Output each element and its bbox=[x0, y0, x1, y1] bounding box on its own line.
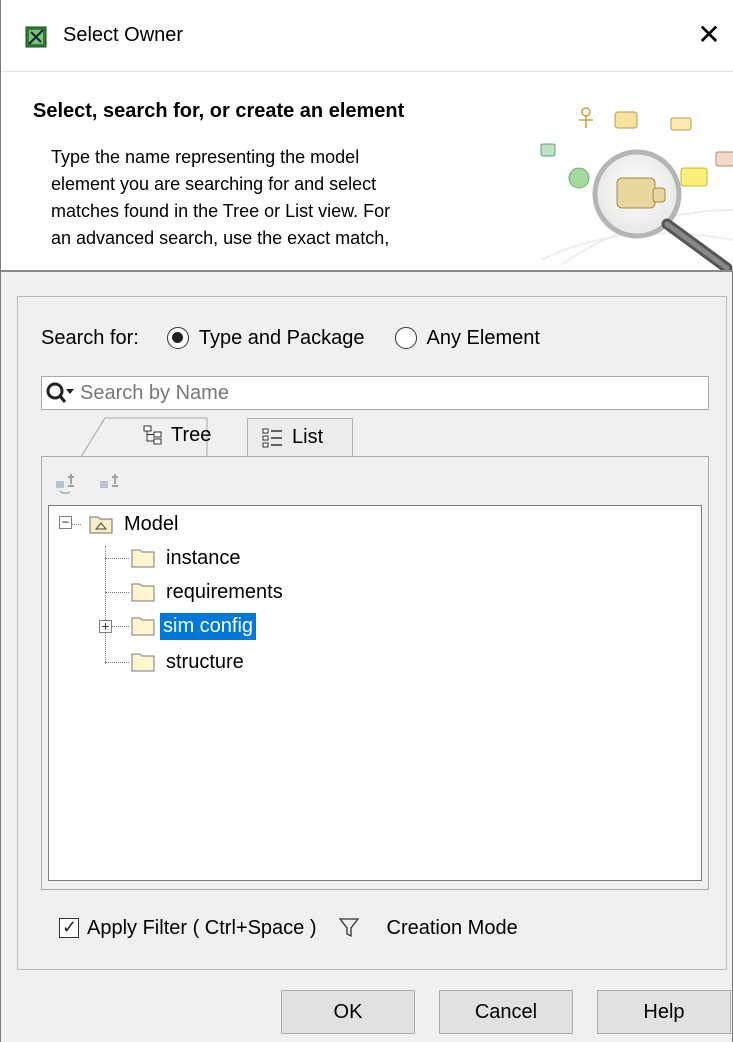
folder-icon bbox=[131, 549, 155, 568]
view-tabs: Tree List bbox=[41, 414, 709, 458]
tree-connector bbox=[71, 524, 81, 525]
tab-list[interactable]: List bbox=[247, 418, 353, 456]
expand-all-icon[interactable] bbox=[54, 473, 80, 497]
window-title: Select Owner bbox=[63, 24, 184, 46]
element-tree[interactable]: − Model instance requirements + sim conf… bbox=[48, 505, 702, 881]
checkbox-checked-icon: ✓ bbox=[59, 917, 79, 938]
banner-description: Type the name representing the model ele… bbox=[51, 147, 391, 248]
tree-item-label: structure bbox=[166, 650, 244, 673]
apply-filter-checkbox[interactable]: ✓ Apply Filter ( Ctrl+Space ) bbox=[59, 917, 317, 940]
radio-checked-icon bbox=[166, 327, 189, 349]
radio-label: Any Element bbox=[426, 326, 540, 349]
radio-any-element[interactable]: Any Element bbox=[394, 326, 540, 350]
tree-item-label: requirements bbox=[166, 580, 283, 603]
tree-item-structure[interactable]: structure bbox=[131, 646, 247, 678]
tree-item-sim-config[interactable]: sim config bbox=[131, 610, 257, 642]
search-box bbox=[41, 376, 709, 410]
expand-toggle-icon[interactable]: + bbox=[99, 620, 112, 633]
folder-icon bbox=[131, 583, 155, 602]
tree-connector bbox=[105, 592, 129, 593]
tree-item-requirements[interactable]: requirements bbox=[131, 576, 286, 608]
banner-heading: Select, search for, or create an element bbox=[33, 100, 405, 122]
tab-label: List bbox=[292, 426, 324, 448]
tree-item-model[interactable]: Model bbox=[89, 508, 181, 540]
close-button[interactable]: ✕ bbox=[691, 18, 727, 54]
model-package-icon bbox=[89, 516, 113, 534]
select-owner-dialog: Select Owner ✕ Select, search for, or cr… bbox=[0, 0, 733, 1042]
search-for-label: Search for: bbox=[41, 326, 139, 349]
tree-icon bbox=[143, 425, 162, 445]
creation-mode-link[interactable]: Creation Mode bbox=[387, 917, 518, 940]
tree-connector bbox=[105, 546, 106, 664]
filter-funnel-icon[interactable] bbox=[338, 917, 359, 939]
close-icon: ✕ bbox=[697, 18, 721, 51]
header-banner: Select, search for, or create an element… bbox=[1, 72, 733, 272]
tab-label: Tree bbox=[171, 423, 212, 446]
collapse-all-icon[interactable] bbox=[98, 473, 124, 497]
folder-icon bbox=[131, 617, 155, 636]
tree-connector bbox=[111, 626, 129, 627]
list-icon bbox=[262, 428, 282, 447]
search-icon[interactable] bbox=[42, 377, 80, 409]
tree-item-label: sim config bbox=[160, 612, 257, 640]
search-for-row: Search for: Type and Package Any Element bbox=[41, 322, 570, 354]
tree-connector bbox=[105, 662, 129, 663]
filter-row: ✓ Apply Filter ( Ctrl+Space ) Creation M… bbox=[59, 912, 518, 944]
magnifier-illustration-icon bbox=[540, 107, 733, 270]
tree-connector bbox=[105, 558, 129, 559]
help-button[interactable]: Help bbox=[597, 990, 731, 1034]
tree-item-label: instance bbox=[166, 546, 241, 569]
cancel-button[interactable]: Cancel bbox=[439, 990, 573, 1034]
radio-label: Type and Package bbox=[198, 326, 365, 349]
tree-item-label: Model bbox=[124, 512, 179, 535]
radio-type-and-package[interactable]: Type and Package bbox=[166, 326, 365, 350]
app-icon bbox=[25, 26, 47, 48]
collapse-toggle-icon[interactable]: − bbox=[59, 516, 72, 529]
radio-unchecked-icon bbox=[394, 327, 417, 349]
tree-item-instance[interactable]: instance bbox=[131, 542, 244, 574]
search-input[interactable] bbox=[80, 378, 700, 408]
tab-tree[interactable]: Tree bbox=[103, 414, 243, 456]
folder-icon bbox=[131, 653, 155, 672]
apply-filter-label: Apply Filter ( Ctrl+Space ) bbox=[87, 916, 317, 939]
tree-tab-content: − Model instance requirements + sim conf… bbox=[41, 456, 709, 890]
title-bar: Select Owner ✕ bbox=[1, 0, 733, 72]
ok-button[interactable]: OK bbox=[281, 990, 415, 1034]
